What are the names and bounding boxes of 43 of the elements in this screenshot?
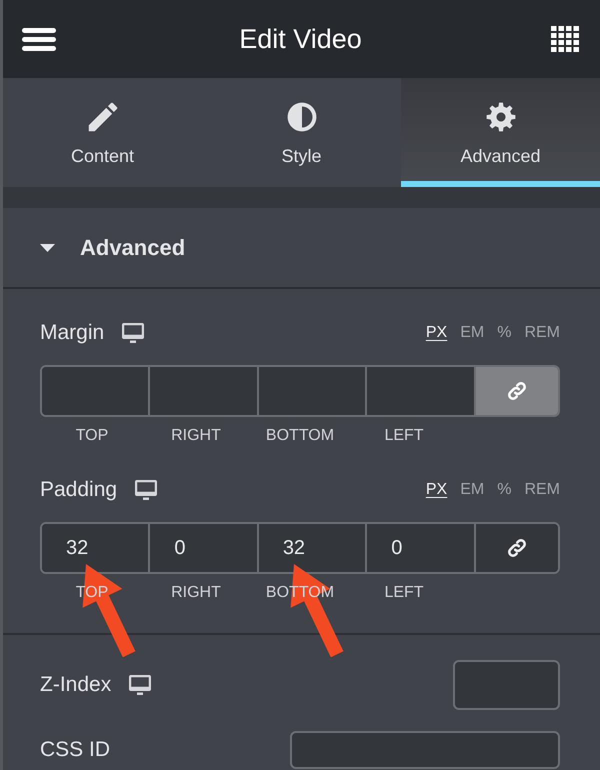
side-label: RIGHT xyxy=(170,426,222,446)
dimension-field[interactable]: 0 xyxy=(367,524,476,572)
unit-option[interactable]: % xyxy=(497,323,512,343)
dimension-field[interactable] xyxy=(42,367,150,415)
side-label: LEFT xyxy=(383,583,425,603)
side-label: LEFT xyxy=(383,426,425,446)
unit-option[interactable]: EM xyxy=(460,480,484,500)
grid-icon xyxy=(551,26,579,52)
unit-option[interactable]: PX xyxy=(426,323,448,343)
unit-option[interactable]: % xyxy=(497,480,512,500)
text-field[interactable] xyxy=(290,731,560,769)
unit-option[interactable]: EM xyxy=(460,323,484,343)
dimension-field[interactable]: 32 xyxy=(42,524,150,572)
dimension-field[interactable] xyxy=(367,367,476,415)
link-icon xyxy=(506,380,528,402)
side-label: RIGHT xyxy=(170,583,222,603)
desktop-icon[interactable] xyxy=(129,675,152,695)
side-label: BOTTOM xyxy=(264,426,336,446)
contrast-icon xyxy=(286,102,316,132)
link-values-button[interactable] xyxy=(476,524,558,572)
unit-option[interactable]: PX xyxy=(426,480,448,500)
unit-option[interactable]: REM xyxy=(524,323,560,343)
number-field[interactable] xyxy=(453,660,560,710)
menu-icon xyxy=(22,28,56,50)
dimension-field[interactable]: 0 xyxy=(150,524,259,572)
field-label: CSS ID xyxy=(40,737,110,764)
dimension-field[interactable] xyxy=(258,367,368,415)
dimension-field[interactable]: 32 xyxy=(258,524,368,572)
field-label: Margin xyxy=(40,320,104,346)
link-icon xyxy=(506,537,528,559)
dimension-field[interactable] xyxy=(150,367,259,415)
gear-icon xyxy=(486,102,516,132)
panel-title: Edit Video xyxy=(239,22,362,56)
desktop-icon[interactable] xyxy=(122,323,144,343)
field-label: Padding xyxy=(40,477,118,504)
panel-tab[interactable]: Advanced xyxy=(401,78,600,187)
apps-grid-button[interactable] xyxy=(551,26,579,52)
unit-option[interactable]: REM xyxy=(524,480,560,500)
pencil-icon xyxy=(88,102,118,132)
menu-button[interactable] xyxy=(22,28,56,50)
field-label: Z-Index xyxy=(40,672,112,698)
side-label: TOP xyxy=(74,426,110,446)
desktop-icon[interactable] xyxy=(135,480,158,500)
